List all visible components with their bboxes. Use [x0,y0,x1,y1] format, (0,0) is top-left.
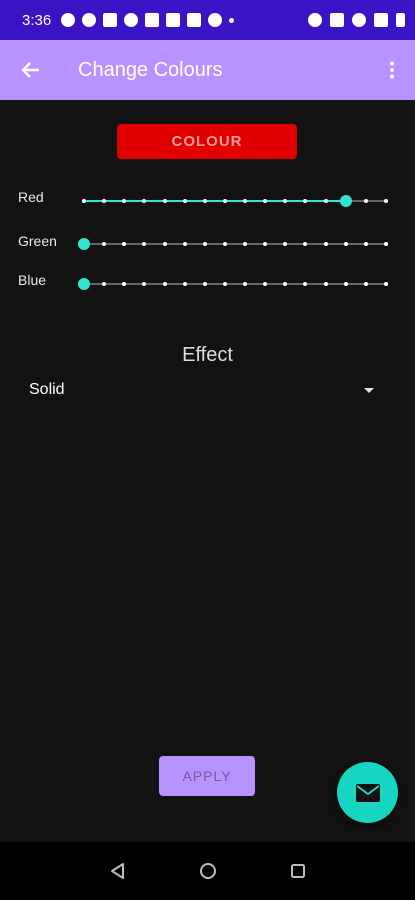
slider-tick [202,242,207,246]
slider-tick [303,242,308,246]
slider-tick [363,242,368,246]
dot-icon [229,17,235,23]
red-slider[interactable] [82,191,388,211]
slider-tick [343,242,348,246]
slider-thumb[interactable] [339,195,352,207]
slider-tick [283,282,288,286]
slider-tick [162,199,167,203]
email-fab[interactable] [337,762,398,823]
system-icons [308,13,405,27]
slider-tick [263,282,268,286]
effect-dropdown[interactable]: Solid [18,374,383,406]
slider-tick [142,282,147,286]
slider-tick [182,199,187,203]
green-label: Green [18,233,57,249]
slider-tick [263,242,268,246]
app-icon [82,13,97,27]
slider-tick [323,242,328,246]
slider-tick [323,199,328,203]
nfc-icon [330,13,344,27]
blue-slider[interactable] [78,274,388,294]
app-bar: Change Colours [0,40,415,100]
red-label: Red [18,189,44,205]
slider-tick [263,199,268,203]
slider-tick [363,282,368,286]
colour-button[interactable]: COLOUR [117,124,297,159]
voicemail-icon [166,13,181,27]
slider-tick [222,242,227,246]
page-title: Change Colours [78,58,223,81]
overflow-menu-button[interactable] [369,40,415,100]
slider-tick [182,282,187,286]
slider-tick [202,282,207,286]
arrow-back-icon [21,62,39,78]
green-slider[interactable] [78,234,388,254]
slider-tick [102,242,107,246]
nav-recents-button[interactable] [283,856,313,886]
slider-tick [182,242,187,246]
slider-tick [122,242,127,246]
back-button[interactable] [0,40,60,100]
slider-tick [243,282,248,286]
nav-back-button[interactable] [103,856,133,886]
slider-track [84,243,386,245]
email-icon [355,783,380,802]
slider-tick [82,199,86,203]
slider-tick [142,199,147,203]
slider-tick [102,199,107,203]
slider-tick [323,282,328,286]
slider-tick [283,199,288,203]
slider-tick [222,199,227,203]
status-time: 3:36 [22,11,52,29]
slider-tick [384,282,388,286]
alarm-icon [308,13,322,27]
slider-tick [363,199,368,203]
slider-tick [142,242,147,246]
slider-tick [243,242,248,246]
slider-tick [384,199,388,203]
slider-thumb[interactable] [78,238,90,250]
nav-home-button[interactable] [193,856,223,886]
slider-tick [222,282,227,286]
dropdown-arrow-icon [364,387,374,393]
more-vert-icon [390,61,394,79]
f-app-icon [187,13,202,27]
slider-tick [303,282,308,286]
slider-tick [202,199,207,203]
slider-tick [162,242,167,246]
slider-tick [283,242,288,246]
wifi-icon [352,13,366,27]
camera-icon [124,13,139,27]
home-icon [145,13,160,27]
slider-tick [102,282,107,286]
slider-tick [162,282,167,286]
status-bar: 3:36 [0,0,415,40]
signal-icon [374,13,388,27]
slider-thumb[interactable] [78,278,90,290]
nav-recents-icon [290,864,305,878]
slider-tick [243,199,248,203]
gmail-icon [103,13,118,27]
slider-tick [122,199,127,203]
notification-icons [61,13,235,27]
blue-label: Blue [18,272,47,288]
chat-bubble-icon [61,13,76,27]
settings-icon [208,13,223,27]
nav-back-icon [110,863,124,879]
apply-button[interactable]: APPLY [159,756,255,796]
battery-icon [396,13,405,27]
slider-tick [343,282,348,286]
nav-home-icon [199,863,216,879]
system-nav-bar [0,842,415,900]
slider-tick [122,282,127,286]
slider-tick [303,199,308,203]
effect-title: Effect [182,344,233,366]
slider-track [84,283,386,285]
effect-selected-value: Solid [29,381,65,398]
slider-tick [384,242,388,246]
